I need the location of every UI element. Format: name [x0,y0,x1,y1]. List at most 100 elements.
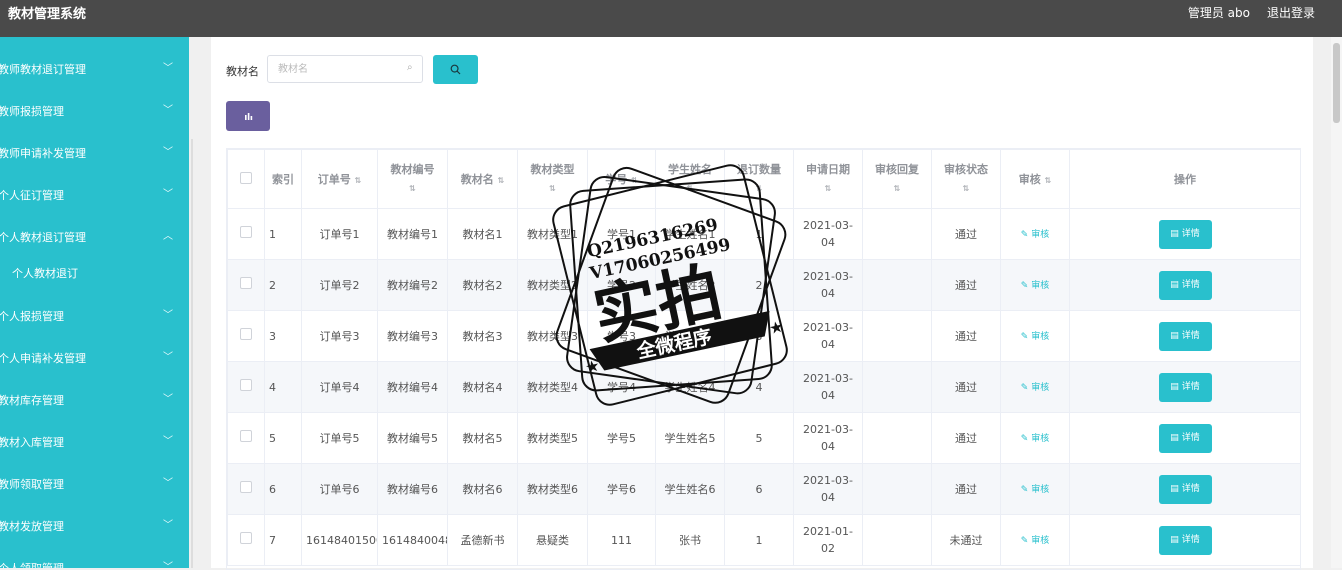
search-input[interactable] [267,55,423,83]
sidebar-item[interactable]: 个人征订管理 ﹀ [0,182,189,208]
row-select-cell[interactable] [227,259,265,311]
search-button[interactable] [433,55,478,84]
cell-reply [862,361,932,413]
statistics-button[interactable] [226,101,270,131]
sidebar-item[interactable]: 教材库存管理 ﹀ [0,387,189,413]
select-all-checkbox[interactable] [240,171,252,184]
review-link[interactable]: ✎ 审核 [1021,383,1049,393]
search-label: 教材名 [226,65,259,78]
review-link[interactable]: ✎ 审核 [1021,281,1049,291]
table-row[interactable]: 716148401500001614840048027孟德新书悬疑类111张书1… [227,514,1300,566]
user-label[interactable]: 管理员 abo [1188,4,1250,21]
row-checkbox[interactable] [240,327,252,340]
table-row[interactable]: 5 订单号5 教材编号5 教材名5 教材类型5 学号5 学生姓名5 5 2021-03-04 通过… [227,412,1300,464]
cell-material-name: 教材名6 [447,463,518,515]
sort-icon[interactable]: ⇅ [355,176,362,185]
sidebar-item[interactable]: 教师教材退订管理 ﹀ [0,56,189,82]
row-checkbox[interactable] [240,531,252,544]
scrollbar-thumb[interactable] [1333,43,1340,123]
page-scrollbar[interactable] [1331,37,1342,568]
sidebar-item[interactable]: 个人报损管理 ﹀ [0,303,189,329]
cell-apply-date: 2021-01-02 [793,514,863,566]
review-link[interactable]: ✎ 审核 [1021,485,1049,495]
table-row[interactable]: 4 订单号4 教材编号4 教材名4 教材类型4 学号4 学生姓名4 4 2021-03-04 通过… [227,361,1300,413]
row-checkbox[interactable] [240,378,252,391]
detail-button[interactable]: ▤ 详情 [1158,321,1212,351]
sort-icon[interactable]: ⇅ [498,176,505,185]
row-select-cell[interactable] [227,412,265,464]
chevron-down-icon: ﹀ [163,189,173,200]
sidebar-item[interactable]: 教师领取管理 ﹀ [0,471,189,497]
logout-link[interactable]: 退出登录 [1267,4,1315,21]
row-select-cell[interactable] [227,310,265,362]
sidebar-item-label: 教师报损管理 [0,105,64,118]
col-material-name[interactable]: 教材名 ⇅ [447,149,518,209]
table-row[interactable]: 6 订单号6 教材编号6 教材名6 教材类型6 学号6 学生姓名6 6 2021-03-04 通过… [227,463,1300,515]
col-status[interactable]: 审核状态 ⇅ [931,149,1001,209]
sidebar-item[interactable]: 教材入库管理 ﹀ [0,429,189,455]
row-select-cell[interactable] [227,463,265,515]
cell-review: ✎ 审核 [1000,412,1070,464]
table-row[interactable]: 2 订单号2 教材编号2 教材名2 教材类型2 学号2 学生姓名2 2 2021-03-04 通过… [227,259,1300,311]
sidebar-item[interactable]: 个人教材退订管理 ︿ [0,224,189,250]
row-checkbox[interactable] [240,480,252,493]
detail-button[interactable]: ▤ 详情 [1158,474,1212,504]
sidebar-item[interactable]: 个人领取管理 ﹀ [0,555,189,568]
col-order-no[interactable]: 订单号 ⇅ [301,149,378,209]
col-student-name[interactable]: 学生姓名 ⇅ [655,149,725,209]
col-material-no[interactable]: 教材编号 ⇅ [377,149,448,209]
detail-button[interactable]: ▤ 详情 [1158,525,1212,555]
sidebar-subitem[interactable]: 个人教材退订 [0,261,189,285]
cell-material-no: 教材编号3 [377,310,448,362]
detail-button[interactable]: ▤ 详情 [1158,372,1212,402]
sidebar-item[interactable]: 教师报损管理 ﹀ [0,98,189,124]
review-link[interactable]: ✎ 审核 [1021,230,1049,240]
row-checkbox[interactable] [240,225,252,238]
sidebar-item-label: 教材库存管理 [0,394,64,407]
row-select-cell[interactable] [227,514,265,566]
sort-icon[interactable]: ⇅ [756,184,763,193]
sort-icon[interactable]: ⇅ [825,184,832,193]
sort-icon[interactable]: ⇅ [631,176,638,185]
col-student-no[interactable]: 学号 ⇅ [587,149,656,209]
cell-reply [862,514,932,566]
cell-student-no: 111 [587,514,656,566]
row-select-cell[interactable] [227,361,265,413]
cell-material-name: 教材名3 [447,310,518,362]
sidebar-item[interactable]: 个人申请补发管理 ﹀ [0,345,189,371]
cell-material-no: 1614840048027 [377,514,448,566]
sort-icon[interactable]: ⇅ [687,184,694,193]
cell-quantity: 3 [724,310,794,362]
sidebar-item[interactable]: 教材发放管理 ﹀ [0,513,189,539]
row-checkbox[interactable] [240,276,252,289]
review-link[interactable]: ✎ 审核 [1021,332,1049,342]
chevron-up-icon: ︿ [163,231,173,242]
sort-icon[interactable]: ⇅ [894,184,901,193]
col-review[interactable]: 审核 ⇅ [1000,149,1070,209]
table-row[interactable]: 1 订单号1 教材编号1 教材名1 教材类型1 学号1 学生姓名1 1 2021-03-04 通过… [227,208,1300,260]
cell-status: 通过 [931,361,1001,413]
table-row[interactable]: 3 订单号3 教材编号3 教材名3 教材类型3 学号3 学生姓名3 3 2021-03-04 通过… [227,310,1300,362]
sort-icon[interactable]: ⇅ [963,184,970,193]
row-select-cell[interactable] [227,208,265,260]
review-link[interactable]: ✎ 审核 [1021,536,1049,546]
detail-button[interactable]: ▤ 详情 [1158,423,1212,453]
col-reply[interactable]: 审核回复 ⇅ [862,149,932,209]
user-area: 管理员 abo 退出登录 [1188,4,1315,21]
review-link[interactable]: ✎ 审核 [1021,434,1049,444]
sort-icon[interactable]: ⇅ [1045,176,1052,185]
sort-icon[interactable]: ⇅ [549,184,556,193]
sort-icon[interactable]: ⇅ [409,184,416,193]
col-apply-date[interactable]: 申请日期 ⇅ [793,149,863,209]
sidebar-item-label: 教材发放管理 [0,520,64,533]
select-all-cell[interactable] [227,149,265,209]
sidebar-item[interactable]: 教师申请补发管理 ﹀ [0,140,189,166]
detail-button[interactable]: ▤ 详情 [1158,270,1212,300]
cell-material-name: 教材名2 [447,259,518,311]
cell-material-no: 教材编号2 [377,259,448,311]
col-quantity[interactable]: 退订数量 ⇅ [724,149,794,209]
row-checkbox[interactable] [240,429,252,442]
col-material-type[interactable]: 教材类型 ⇅ [517,149,588,209]
cell-actions: ▤ 详情 [1069,310,1300,362]
detail-button[interactable]: ▤ 详情 [1158,219,1212,249]
